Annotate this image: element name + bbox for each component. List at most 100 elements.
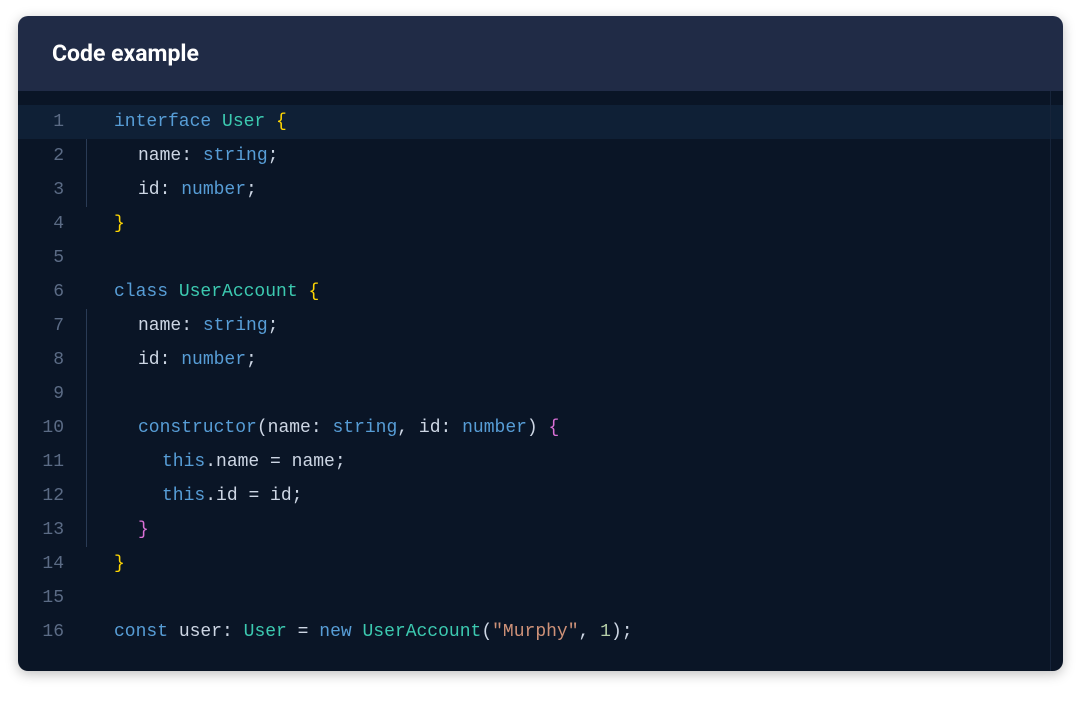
code-content[interactable]: class UserAccount { — [114, 275, 319, 309]
token-pun: ; — [268, 316, 279, 336]
code-line[interactable]: 2 name: string; — [18, 139, 1063, 173]
token-pun: : — [222, 622, 244, 642]
code-content[interactable]: } — [114, 547, 125, 581]
panel-title: Code example — [52, 40, 199, 67]
line-number: 10 — [18, 411, 82, 445]
token-pun: ; — [292, 486, 303, 506]
token-num: 1 — [600, 622, 611, 642]
token-brP: { — [549, 418, 560, 438]
line-number: 11 — [18, 445, 82, 479]
token-type: User — [222, 112, 276, 132]
token-id: name — [268, 418, 311, 438]
line-number: 9 — [18, 377, 82, 411]
indent-guide — [82, 377, 114, 411]
code-example-panel: Code example 1interface User {2name: str… — [18, 16, 1063, 671]
token-pun: : — [160, 350, 182, 370]
line-number: 16 — [18, 615, 82, 649]
indent-guide — [82, 275, 114, 309]
token-pun: ) — [527, 418, 549, 438]
token-prim: number — [181, 350, 246, 370]
token-id: user — [179, 622, 222, 642]
indent-guide — [82, 615, 114, 649]
indent-guide — [82, 173, 114, 207]
line-number: 2 — [18, 139, 82, 173]
code-editor[interactable]: 1interface User {2name: string;3id: numb… — [18, 91, 1063, 671]
token-id: name — [138, 146, 181, 166]
code-content[interactable]: id: number; — [114, 343, 257, 377]
indent-guide — [82, 581, 114, 615]
token-kw: constructor — [138, 418, 257, 438]
token-kw: class — [114, 282, 179, 302]
editor-right-rail — [1050, 91, 1051, 671]
token-pun: : — [311, 418, 333, 438]
token-pun: ; — [246, 180, 257, 200]
code-content[interactable]: name: string; — [114, 309, 278, 343]
indent-guide — [82, 547, 114, 581]
line-number: 1 — [18, 105, 82, 139]
token-kw: this — [162, 486, 205, 506]
line-number: 6 — [18, 275, 82, 309]
token-pun: : — [160, 180, 182, 200]
code-content[interactable]: } — [114, 207, 125, 241]
token-id: id — [138, 350, 160, 370]
line-number: 8 — [18, 343, 82, 377]
token-pun: ( — [257, 418, 268, 438]
code-line[interactable]: 14} — [18, 547, 1063, 581]
token-pun: = — [287, 622, 319, 642]
token-prim: string — [203, 146, 268, 166]
token-brP: } — [138, 520, 149, 540]
token-pun: ); — [611, 622, 633, 642]
token-id: name — [292, 452, 335, 472]
line-number: 13 — [18, 513, 82, 547]
code-content[interactable]: interface User { — [114, 105, 287, 139]
code-line[interactable]: 5 — [18, 241, 1063, 275]
token-kw: interface — [114, 112, 222, 132]
token-pun: . — [205, 452, 216, 472]
line-number: 4 — [18, 207, 82, 241]
token-pun: , — [397, 418, 419, 438]
token-prim: number — [462, 418, 527, 438]
code-line[interactable]: 15 — [18, 581, 1063, 615]
code-line[interactable]: 7name: string; — [18, 309, 1063, 343]
line-number: 15 — [18, 581, 82, 615]
token-pun: . — [205, 486, 216, 506]
code-line[interactable]: 8 id: number; — [18, 343, 1063, 377]
code-line[interactable]: 16 const user: User = new UserAccount("Mu… — [18, 615, 1063, 649]
token-kw: new — [319, 622, 362, 642]
code-content[interactable]: } — [114, 513, 149, 547]
code-line[interactable]: 3 id: number; — [18, 173, 1063, 207]
token-pun: = — [238, 486, 270, 506]
token-kw: const — [114, 622, 179, 642]
indent-guide — [82, 343, 114, 377]
code-content[interactable]: this.name = name; — [114, 445, 346, 479]
token-pun: ; — [268, 146, 279, 166]
code-line[interactable]: 6 class UserAccount { — [18, 275, 1063, 309]
code-line[interactable]: 13} — [18, 513, 1063, 547]
token-id: name — [138, 316, 181, 336]
code-content[interactable]: id: number; — [114, 173, 257, 207]
code-line[interactable]: 11 this.name = name; — [18, 445, 1063, 479]
code-line[interactable]: 4} — [18, 207, 1063, 241]
token-id: id — [270, 486, 292, 506]
code-line[interactable]: 1 interface User { — [18, 105, 1063, 139]
code-line[interactable]: 10 constructor(name: string, id: number) … — [18, 411, 1063, 445]
indent-guide — [82, 207, 114, 241]
indent-guide — [82, 479, 114, 513]
token-id: id — [216, 486, 238, 506]
line-number: 3 — [18, 173, 82, 207]
token-pun: ; — [246, 350, 257, 370]
code-line[interactable]: 12this.id = id; — [18, 479, 1063, 513]
line-number: 5 — [18, 241, 82, 275]
indent-guide — [82, 513, 114, 547]
code-content[interactable]: name: string; — [114, 139, 278, 173]
code-content[interactable]: this.id = id; — [114, 479, 302, 513]
token-id: name — [216, 452, 259, 472]
line-number: 12 — [18, 479, 82, 513]
token-pun: : — [181, 316, 203, 336]
code-content[interactable]: const user: User = new UserAccount("Murp… — [114, 615, 633, 649]
code-line[interactable]: 9 — [18, 377, 1063, 411]
token-id: id — [419, 418, 441, 438]
code-content[interactable]: constructor(name: string, id: number) { — [114, 411, 559, 445]
token-id: id — [138, 180, 160, 200]
token-kw: this — [162, 452, 205, 472]
